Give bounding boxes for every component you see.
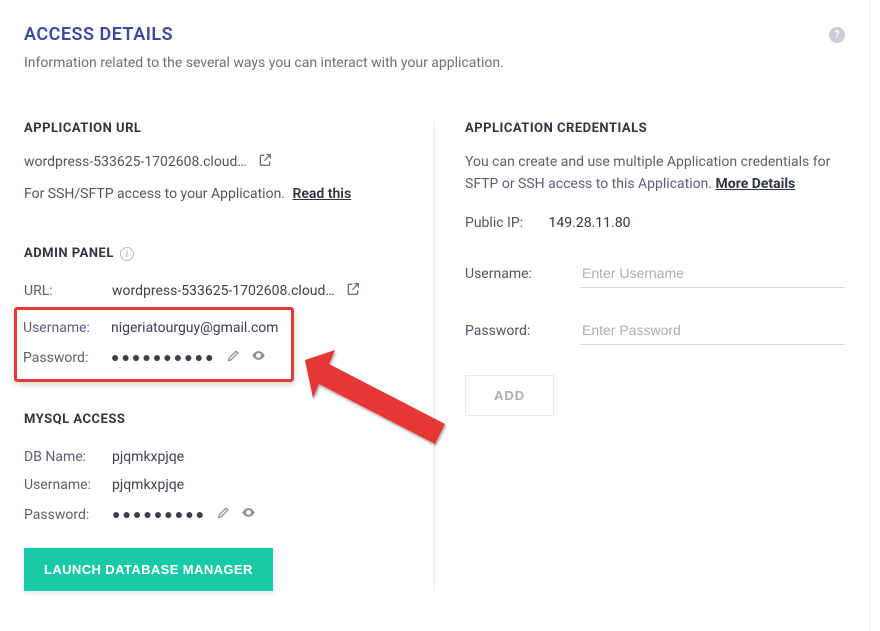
mysql-dbname-value: pjqmkxpjqe xyxy=(112,449,184,465)
more-details-link[interactable]: More Details xyxy=(716,176,796,192)
info-icon[interactable]: i xyxy=(120,247,134,261)
username-field-row: Username: xyxy=(465,259,845,288)
username-input[interactable] xyxy=(580,259,845,288)
eye-icon[interactable] xyxy=(241,505,256,524)
edit-icon[interactable] xyxy=(226,348,241,367)
mysql-dbname-label: DB Name: xyxy=(24,449,112,465)
public-ip-row: Public IP: 149.28.11.80 xyxy=(465,215,845,231)
public-ip-value: 149.28.11.80 xyxy=(549,215,631,231)
access-details-panel: ACCESS DETAILS ? Information related to … xyxy=(0,0,870,631)
credentials-heading: APPLICATION CREDENTIALS xyxy=(465,121,845,136)
admin-password-label: Password: xyxy=(23,350,111,366)
admin-url-value: wordpress-533625-1702608.cloud… xyxy=(112,283,335,299)
mysql-username-label: Username: xyxy=(24,477,112,493)
mysql-heading: MYSQL ACCESS xyxy=(24,412,414,427)
password-input[interactable] xyxy=(580,316,845,345)
mysql-dbname-row: DB Name: pjqmkxpjqe xyxy=(24,443,414,471)
admin-password-row: Password: ●●●●●●●●●● xyxy=(23,342,285,373)
mysql-username-row: Username: pjqmkxpjqe xyxy=(24,471,414,499)
page-title: ACCESS DETAILS xyxy=(24,24,173,45)
admin-panel-heading: ADMIN PANEL xyxy=(24,246,114,261)
admin-password-mask: ●●●●●●●●●● xyxy=(111,349,216,366)
launch-database-manager-button[interactable]: LAUNCH DATABASE MANAGER xyxy=(24,548,273,591)
mysql-password-label: Password: xyxy=(24,507,112,523)
credentials-highlight-box: Username: nigeriatourguy@gmail.com Passw… xyxy=(14,307,294,382)
external-link-icon[interactable] xyxy=(257,152,273,172)
admin-username-label: Username: xyxy=(23,320,111,336)
help-icon[interactable]: ? xyxy=(829,27,845,43)
password-field-row: Password: xyxy=(465,316,845,345)
ssh-note: For SSH/SFTP access to your Application.… xyxy=(24,186,414,202)
admin-url-row: URL: wordpress-533625-1702608.cloud… xyxy=(24,275,414,307)
admin-username-row: Username: nigeriatourguy@gmail.com xyxy=(23,314,285,342)
mysql-password-mask: ●●●●●●●●● xyxy=(112,506,206,523)
credentials-description: You can create and use multiple Applicat… xyxy=(465,152,845,195)
admin-url-label: URL: xyxy=(24,283,112,299)
mysql-username-value: pjqmkxpjqe xyxy=(112,477,184,493)
left-column: APPLICATION URL wordpress-533625-1702608… xyxy=(24,121,434,591)
app-url-row: wordpress-533625-1702608.cloud… xyxy=(24,152,414,172)
mysql-password-row: Password: ●●●●●●●●● xyxy=(24,499,414,530)
header-row: ACCESS DETAILS ? xyxy=(24,24,845,45)
public-ip-label: Public IP: xyxy=(465,215,523,231)
app-url-value: wordpress-533625-1702608.cloud… xyxy=(24,154,247,170)
read-this-link[interactable]: Read this xyxy=(292,186,351,202)
eye-icon[interactable] xyxy=(251,348,266,367)
edit-icon[interactable] xyxy=(216,505,231,524)
page-subtitle: Information related to the several ways … xyxy=(24,55,845,71)
right-column: APPLICATION CREDENTIALS You can create a… xyxy=(434,121,845,591)
add-button[interactable]: ADD xyxy=(465,375,554,416)
app-url-heading: APPLICATION URL xyxy=(24,121,414,136)
external-link-icon[interactable] xyxy=(345,281,361,301)
username-field-label: Username: xyxy=(465,266,580,282)
ssh-note-text: For SSH/SFTP access to your Application. xyxy=(24,186,285,202)
password-field-label: Password: xyxy=(465,323,580,339)
admin-username-value: nigeriatourguy@gmail.com xyxy=(111,320,279,336)
